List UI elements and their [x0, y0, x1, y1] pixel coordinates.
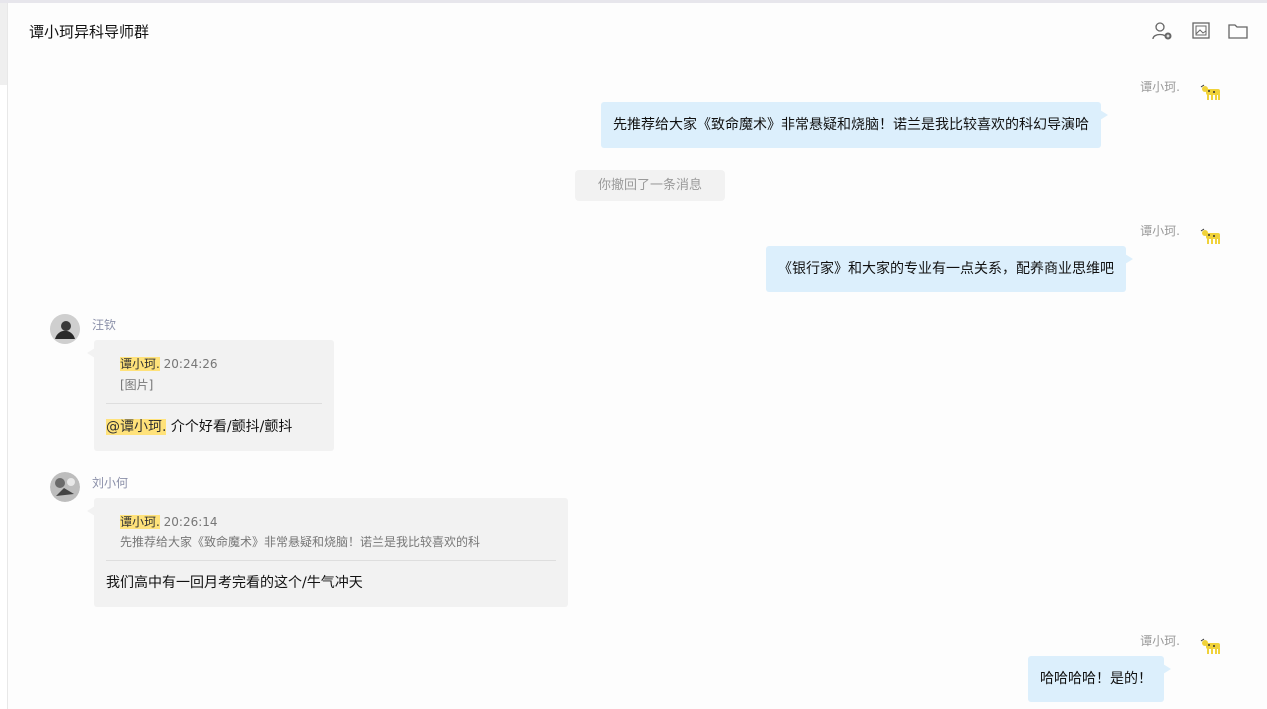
avatar[interactable]: [1200, 227, 1226, 245]
sender-name: 谭小珂.: [1140, 224, 1180, 238]
quote-header: 谭小珂. 20:24:26: [120, 354, 218, 374]
reply-body: 介个好看/颤抖/颤抖: [166, 419, 293, 435]
quote-text: [图片]: [120, 378, 154, 392]
avatar[interactable]: [50, 472, 80, 502]
quote-sender: 谭小珂.: [120, 515, 160, 529]
reply-text: 我们高中有一回月考完看的这个/牛气冲天: [106, 575, 363, 591]
message-bubble[interactable]: 谭小珂. 20:24:26 [图片] @谭小珂. 介个好看/颤抖/颤抖: [87, 340, 334, 451]
chat-title: 谭小珂异科导师群: [29, 23, 150, 41]
message-bubble[interactable]: 哈哈哈哈！是的！: [1028, 656, 1171, 702]
sender-name: 汪钦: [92, 318, 117, 332]
reply-text: @谭小珂. 介个好看/颤抖/颤抖: [106, 416, 292, 436]
avatar[interactable]: [1200, 83, 1226, 101]
quote-header: 谭小珂. 20:26:14: [120, 512, 218, 532]
sender-name: 刘小何: [92, 476, 129, 490]
chat-window: 谭小珂异科导师群 谭小珂. 先推荐给大家《致命魔术》非常悬疑和烧脑！诺兰是我比较…: [7, 3, 1267, 709]
message-bubble[interactable]: 先推荐给大家《致命魔术》非常悬疑和烧脑！诺兰是我比较喜欢的科幻导演哈: [601, 102, 1108, 148]
avatar[interactable]: [50, 314, 80, 344]
sender-name: 谭小珂.: [1140, 80, 1180, 94]
quote-time: 20:26:14: [163, 515, 218, 529]
message-bubble[interactable]: 谭小珂. 20:26:14 先推荐给大家《致命魔术》非常悬疑和烧脑！诺兰是我比较…: [87, 498, 568, 607]
message-bubble[interactable]: 《银行家》和大家的专业有一点关系，配养商业思维吧: [766, 246, 1133, 292]
left-panel-edge: [0, 3, 7, 85]
image-icon[interactable]: [1190, 20, 1212, 42]
folder-icon[interactable]: [1227, 20, 1249, 42]
chat-header: 谭小珂异科导师群: [8, 3, 1267, 58]
quote-text: 先推荐给大家《致命魔术》非常悬疑和烧脑！诺兰是我比较喜欢的科: [120, 535, 481, 549]
system-message: 你撤回了一条消息: [575, 170, 725, 201]
avatar[interactable]: [1200, 637, 1226, 655]
quote-divider: [106, 403, 322, 404]
quote-time: 20:24:26: [163, 357, 218, 371]
quote-sender: 谭小珂.: [120, 357, 160, 371]
quote-divider: [106, 560, 556, 561]
sender-name: 谭小珂.: [1140, 634, 1180, 648]
mention[interactable]: @谭小珂.: [106, 419, 167, 435]
add-member-icon[interactable]: [1151, 20, 1173, 42]
